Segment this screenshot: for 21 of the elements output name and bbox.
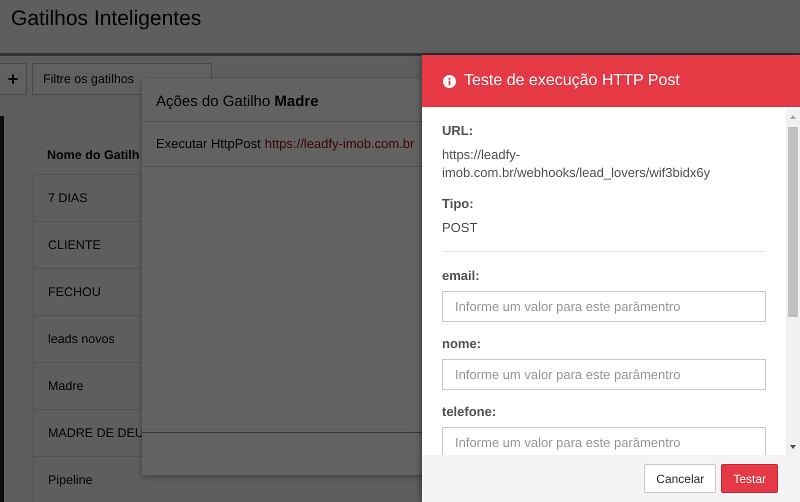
- parameter-label: email:: [442, 268, 481, 283]
- url-label: URL:: [442, 123, 474, 138]
- add-button[interactable]: +: [0, 63, 27, 95]
- parameter-field[interactable]: Informe um valor para este parâmentro: [442, 291, 766, 322]
- type-label: Tipo:: [442, 196, 475, 211]
- modal-title: Ações do Gatilho Madre: [156, 93, 319, 110]
- parameter-label: nome:: [442, 336, 482, 351]
- type-value: POST: [442, 219, 478, 237]
- info-icon: [443, 74, 456, 88]
- panel-title: Teste de execução HTTP Post: [464, 72, 680, 90]
- parameter-label: telefone:: [442, 404, 498, 419]
- scrollbar[interactable]: [786, 109, 800, 455]
- column-header: Nome do Gatilh: [46, 147, 140, 164]
- page-title: Gatilhos Inteligentes: [11, 7, 202, 31]
- test-button[interactable]: Testar: [721, 464, 778, 493]
- action-label: Executar HttpPost: [156, 136, 261, 153]
- parameter-field[interactable]: Informe um valor para este parâmentro: [442, 427, 766, 455]
- parameter-field[interactable]: Informe um valor para este parâmentro: [442, 359, 766, 390]
- url-value: https://leadfy-imob.com.br/webhooks/lead_lovers/wif3bidx6y: [442, 146, 712, 182]
- action-link[interactable]: https://leadfy-imob.com.br: [264, 136, 414, 166]
- cancel-button[interactable]: Cancelar: [644, 464, 716, 493]
